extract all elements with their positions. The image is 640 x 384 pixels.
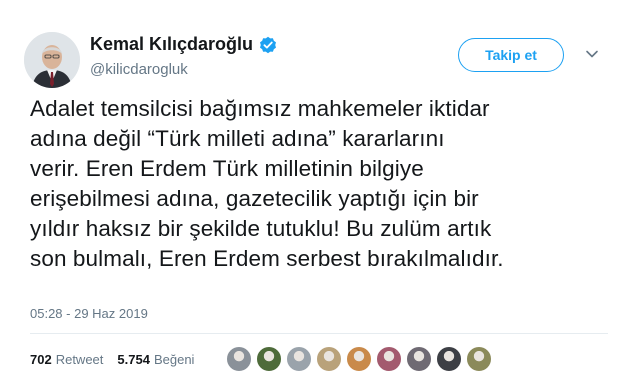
author-avatar[interactable] [24,32,80,88]
tweet-text-line: verir. Eren Erdem Türk milletinin bilgiy… [30,156,424,181]
author-display-name[interactable]: Kemal Kılıçdaroğlu [90,34,253,55]
liker-avatar[interactable] [436,346,462,372]
liker-avatar[interactable] [286,346,312,372]
follow-button[interactable]: Takip et [458,38,564,72]
tweet-header: Kemal Kılıçdaroğlu @kilicdarogluk Takip … [24,24,616,88]
liker-avatar[interactable] [316,346,342,372]
liker-avatars [226,346,496,372]
liker-avatar[interactable] [376,346,402,372]
like-count[interactable]: 5.754 [117,352,150,367]
liker-avatar[interactable] [406,346,432,372]
verified-badge-icon [259,36,277,54]
liker-avatar[interactable] [466,346,492,372]
chevron-down-icon[interactable] [584,46,600,62]
author-handle[interactable]: @kilicdarogluk [90,61,277,78]
liker-avatar[interactable] [346,346,372,372]
tweet-text-line: yıldır haksız bir şekilde tutuklu! Bu zu… [30,216,492,241]
divider [30,333,608,334]
tweet-text: Adalet temsilcisi bağımsız mahkemeler ik… [30,94,620,274]
retweet-count[interactable]: 702 [30,352,52,367]
retweet-label[interactable]: Retweet [56,352,104,367]
like-label[interactable]: Beğeni [154,352,194,367]
tweet-timestamp[interactable]: 05:28 - 29 Haz 2019 [30,306,148,321]
tweet-text-line: son bulmalı, Eren Erdem serbest bırakılm… [30,246,504,271]
author-info: Kemal Kılıçdaroğlu @kilicdarogluk [90,34,277,78]
liker-avatar[interactable] [256,346,282,372]
tweet-text-line: erişebilmesi adına, gazetecilik yaptığı … [30,186,479,211]
tweet-text-line: Adalet temsilcisi bağımsız mahkemeler ik… [30,96,490,121]
tweet-stats: 702 Retweet 5.754 Beğeni [30,352,194,367]
tweet-card: Kemal Kılıçdaroğlu @kilicdarogluk Takip … [0,0,640,384]
tweet-text-line: adına değil “Türk milleti adına” kararla… [30,126,445,151]
liker-avatar[interactable] [226,346,252,372]
